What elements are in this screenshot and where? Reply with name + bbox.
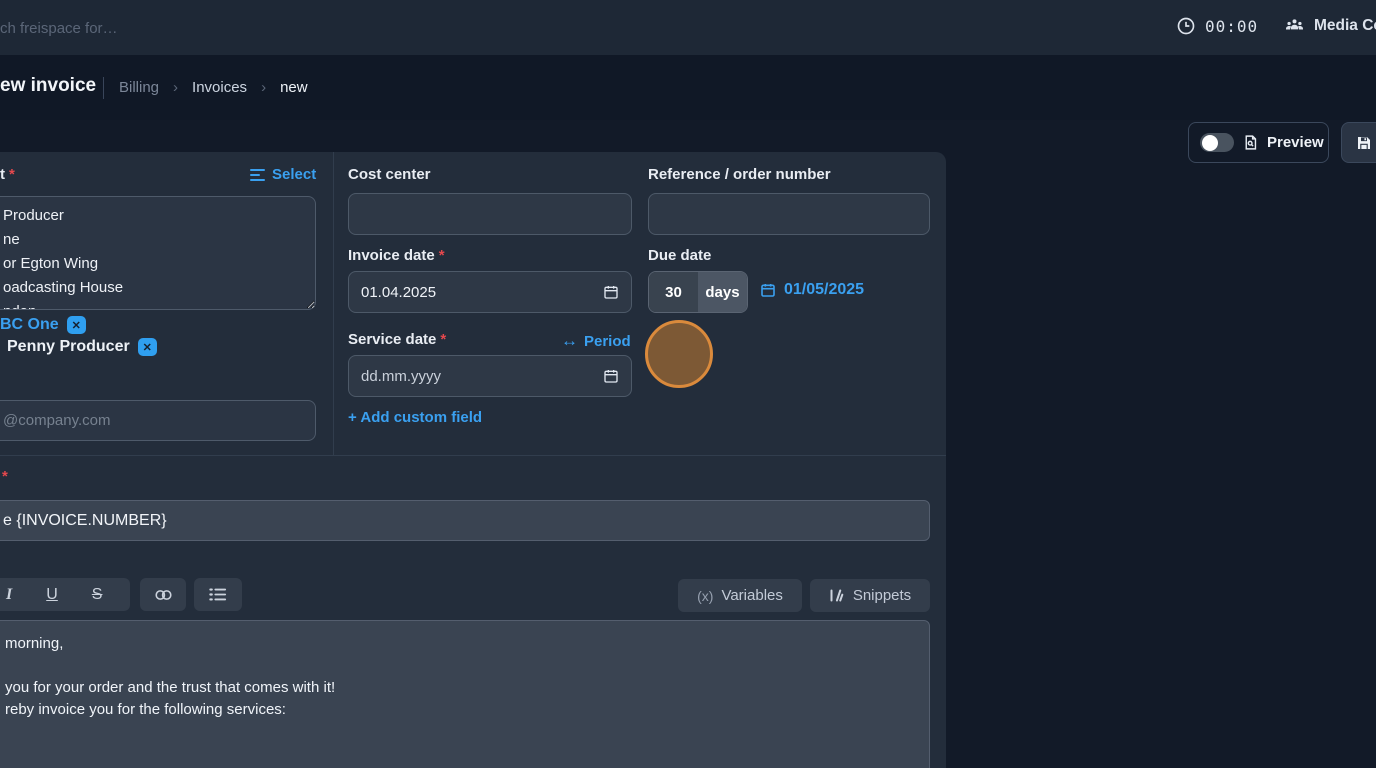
preview-label: Preview xyxy=(1267,134,1324,151)
period-arrow-icon: ↔ xyxy=(561,331,578,351)
team-icon xyxy=(1284,16,1305,36)
preview-document-icon xyxy=(1242,134,1259,151)
time-tracker-button[interactable]: 00:00 xyxy=(1176,16,1258,36)
reference-label: Reference / order number xyxy=(648,166,831,183)
due-date-value: 01/05/2025 xyxy=(784,281,864,299)
workspace-name: Media Co xyxy=(1314,17,1376,35)
due-days-input[interactable]: 30 xyxy=(649,272,698,312)
column-divider xyxy=(333,152,334,455)
timer-value: 00:00 xyxy=(1205,17,1258,36)
company-tag-label: BC One xyxy=(0,316,59,334)
invoice-date-value: 01.04.2025 xyxy=(361,284,436,301)
message-body-editor[interactable]: morning, you for your order and the trus… xyxy=(0,620,930,768)
service-date-label: Service date* xyxy=(348,331,446,348)
service-date-input[interactable]: dd.mm.yyyy xyxy=(348,355,632,397)
select-label: Select xyxy=(272,166,316,183)
preview-toggle-button[interactable]: Preview xyxy=(1188,122,1329,163)
recipient-address-textarea[interactable]: Producer ne or Egton Wing oadcasting Hou… xyxy=(0,196,316,310)
search-input[interactable] xyxy=(0,14,280,42)
variables-button[interactable]: (x) Variables xyxy=(678,579,802,612)
topbar: 00:00 Media Co xyxy=(0,0,1376,55)
click-marker xyxy=(645,320,713,388)
format-button-group: I U S xyxy=(0,578,130,611)
invoice-form-panel: t* Select Producer ne or Egton Wing oadc… xyxy=(0,152,946,768)
select-list-icon xyxy=(250,168,266,182)
subject-input[interactable]: e {INVOICE.NUMBER} xyxy=(0,500,930,541)
add-custom-field-link[interactable]: + Add custom field xyxy=(348,409,482,426)
toggle-knob xyxy=(1202,135,1218,151)
period-label: Period xyxy=(584,333,631,350)
breadcrumb-separator: › xyxy=(261,79,266,96)
title-divider xyxy=(103,77,104,99)
due-days-control: 30 days xyxy=(648,271,748,313)
strikethrough-button[interactable]: S xyxy=(92,586,103,604)
calendar-icon xyxy=(760,282,776,298)
section-divider xyxy=(0,455,946,456)
subject-required-mark: * xyxy=(2,468,8,485)
snippets-button[interactable]: Snippets xyxy=(810,579,930,612)
bullet-list-button[interactable] xyxy=(194,578,242,611)
period-link[interactable]: ↔ Period xyxy=(561,331,631,351)
recipient-label: t* xyxy=(0,166,15,183)
cost-center-input[interactable] xyxy=(348,193,632,235)
italic-button[interactable]: I xyxy=(6,586,12,604)
underline-button[interactable]: U xyxy=(46,586,58,604)
page-header: ew invoice Billing › Invoices › new Prev… xyxy=(0,55,1376,120)
insert-link-button[interactable] xyxy=(140,578,186,611)
contact-tag-label: Penny Producer xyxy=(7,338,130,356)
recipient-company-tag: BC One ✕ xyxy=(0,316,86,334)
recipient-select-link[interactable]: Select xyxy=(250,166,316,183)
clock-icon xyxy=(1176,16,1196,36)
reference-input[interactable] xyxy=(648,193,930,235)
breadcrumb-billing[interactable]: Billing xyxy=(119,79,159,96)
service-date-placeholder: dd.mm.yyyy xyxy=(361,368,441,385)
snippets-icon xyxy=(829,588,844,603)
recipient-email-input[interactable] xyxy=(0,400,316,441)
breadcrumb: Billing › Invoices › new xyxy=(119,79,308,96)
save-icon xyxy=(1355,134,1373,152)
page-title: ew invoice xyxy=(0,75,96,97)
remove-contact-icon[interactable]: ✕ xyxy=(138,338,157,356)
app: 00:00 Media Co ew invoice Billing › Inv xyxy=(0,0,1376,768)
remove-company-icon[interactable]: ✕ xyxy=(67,316,86,334)
cost-center-label: Cost center xyxy=(348,166,431,183)
recipient-contact-tag: Penny Producer ✕ xyxy=(7,338,157,356)
subject-value: e {INVOICE.NUMBER} xyxy=(3,512,167,530)
save-button[interactable] xyxy=(1341,122,1376,163)
workspace-switcher[interactable]: Media Co xyxy=(1284,16,1376,36)
due-days-unit: days xyxy=(698,272,747,312)
invoice-date-input[interactable]: 01.04.2025 xyxy=(348,271,632,313)
calendar-icon xyxy=(603,284,619,300)
link-icon xyxy=(154,588,173,602)
calendar-icon xyxy=(603,368,619,384)
breadcrumb-invoices[interactable]: Invoices xyxy=(192,79,247,96)
due-date-link[interactable]: 01/05/2025 xyxy=(760,281,864,299)
breadcrumb-separator: › xyxy=(173,79,178,96)
variables-icon: (x) xyxy=(697,588,713,604)
variables-label: Variables xyxy=(721,587,782,604)
invoice-date-label: Invoice date* xyxy=(348,247,445,264)
breadcrumb-new: new xyxy=(280,79,308,96)
snippets-label: Snippets xyxy=(853,587,911,604)
list-icon xyxy=(209,587,227,602)
preview-toggle[interactable] xyxy=(1200,133,1234,152)
due-date-label: Due date xyxy=(648,247,711,264)
